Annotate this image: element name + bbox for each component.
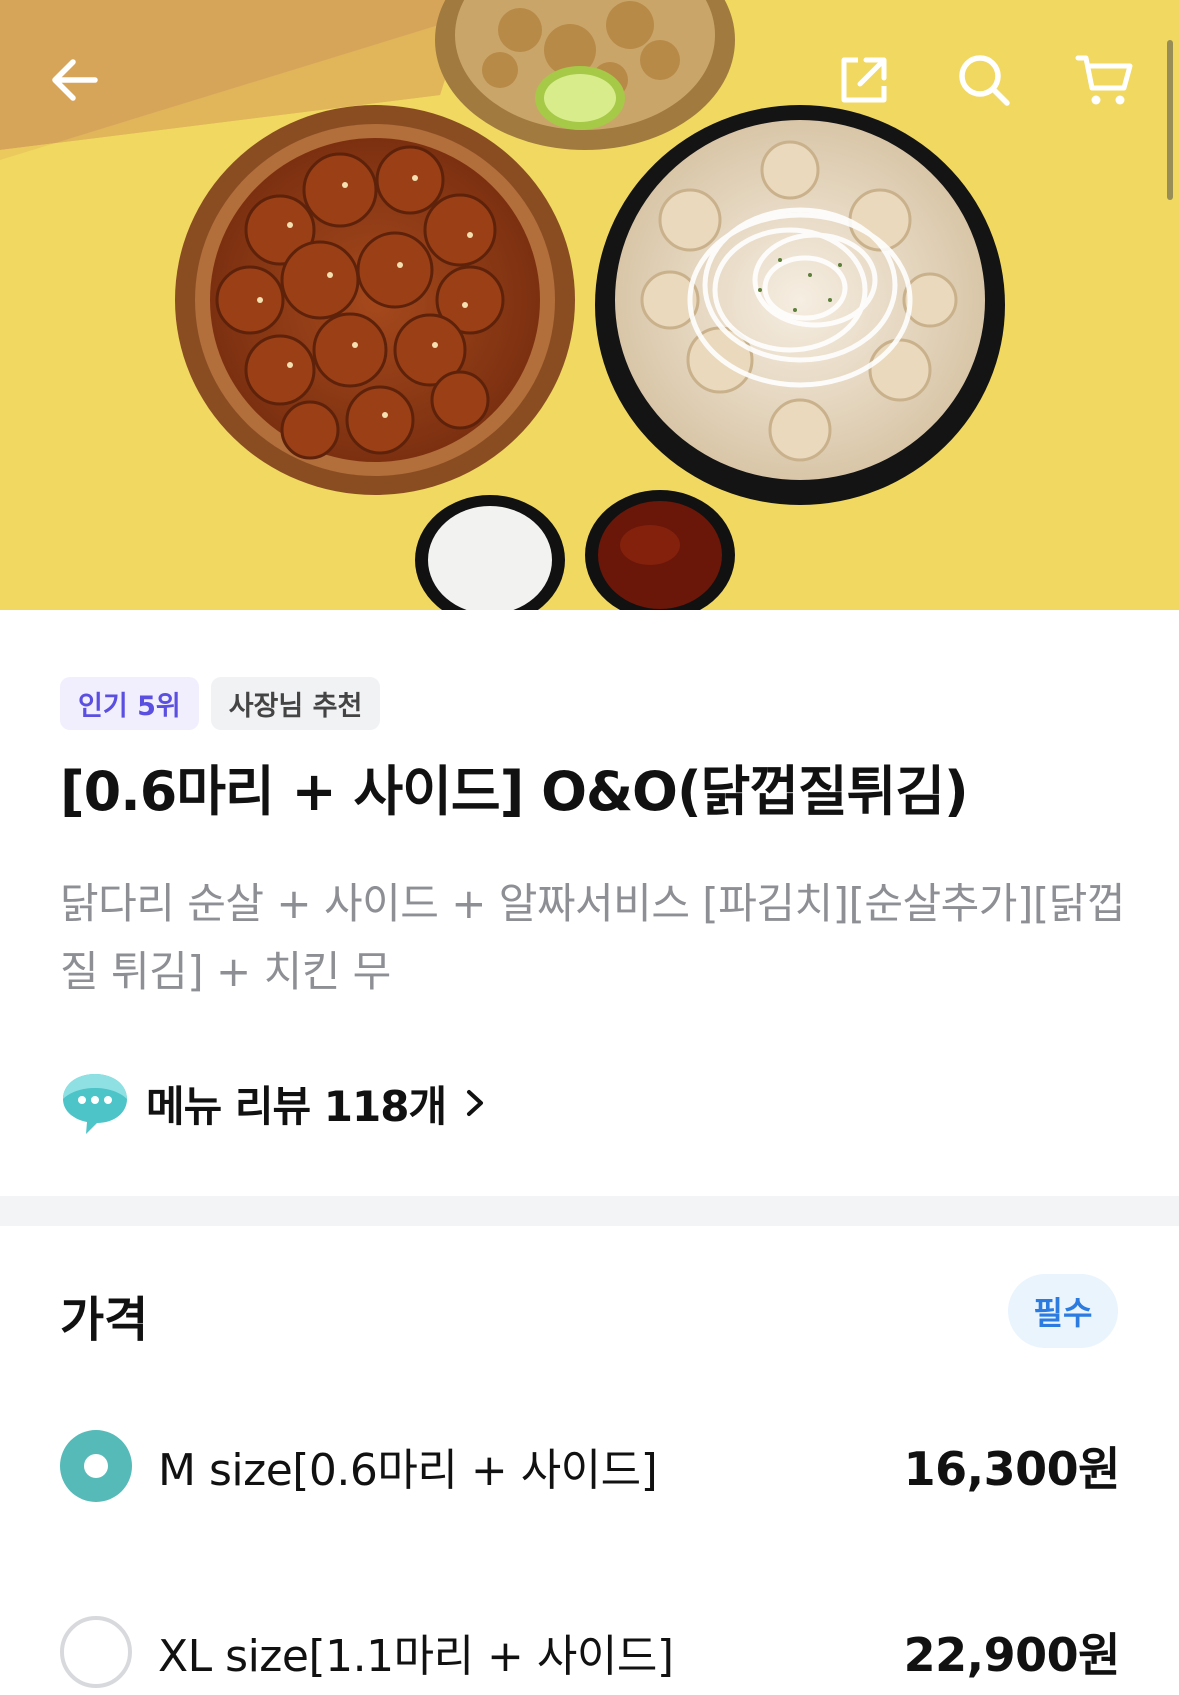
price-option-xl[interactable]: XL size[1.1마리 + 사이드] 22,900원: [60, 1612, 1121, 1692]
popular-rank-badge: 인기 5위: [60, 677, 199, 730]
owner-recommend-badge: 사장님 추천: [210, 677, 381, 730]
share-button[interactable]: [824, 40, 904, 120]
menu-title: [0.6마리 + 사이드] O&O(닭껍질튀김): [60, 760, 969, 823]
hero-image: [0, 0, 1179, 610]
menu-review-link[interactable]: 메뉴 리뷰 118개: [60, 1070, 488, 1136]
chat-bubble-icon: [63, 1074, 127, 1134]
search-icon: [959, 55, 1010, 106]
option-price: 16,300원: [903, 1442, 1121, 1496]
scrollbar[interactable]: [1167, 40, 1173, 200]
menu-description: 닭다리 순살 + 사이드 + 알짜서비스 [파김치][순살추가][닭껍질 튀김]…: [60, 879, 1126, 996]
cart-button[interactable]: [1064, 40, 1144, 120]
share-icon: [841, 57, 887, 103]
back-button[interactable]: [35, 40, 115, 120]
radio-unselected[interactable]: [60, 1616, 132, 1688]
option-label: M size[0.6마리 + 사이드]: [158, 1445, 658, 1496]
price-section-title: 가격: [60, 1292, 149, 1348]
arrow-left-icon: [52, 59, 98, 101]
review-count-label: 메뉴 리뷰 118개: [146, 1081, 447, 1131]
option-label: XL size[1.1마리 + 사이드]: [158, 1631, 674, 1682]
option-price: 22,900원: [903, 1628, 1121, 1682]
badge-row: 인기 5위 사장님 추천: [60, 677, 381, 730]
section-divider: [0, 1196, 1179, 1226]
search-button[interactable]: [944, 40, 1024, 120]
top-navigation-bar: [0, 0, 1179, 170]
cart-icon: [1075, 55, 1133, 105]
radio-selected[interactable]: [60, 1430, 132, 1502]
required-badge: 필수: [1008, 1274, 1118, 1348]
price-option-m[interactable]: M size[0.6마리 + 사이드] 16,300원: [60, 1426, 1121, 1506]
chevron-right-icon: [467, 1090, 484, 1116]
